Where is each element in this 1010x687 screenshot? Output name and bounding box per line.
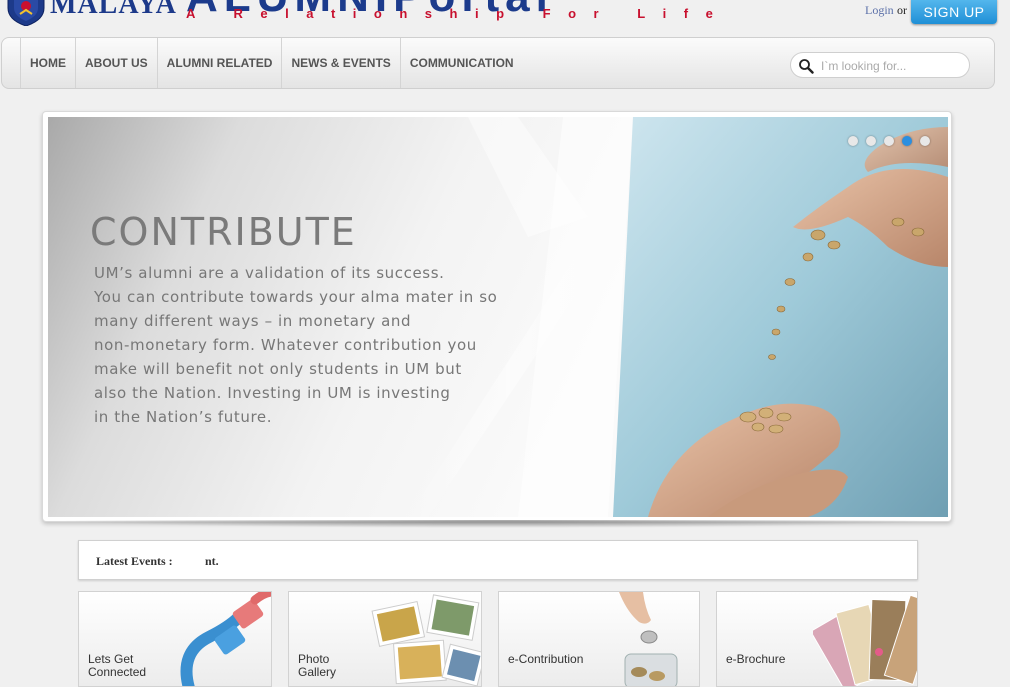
portal-tagline: A Relationship For Life: [186, 6, 731, 21]
brochure-fan-icon: [813, 594, 917, 686]
nav-communication[interactable]: COMMUNICATION: [399, 38, 523, 88]
latest-events-label: Latest Events :: [96, 554, 173, 568]
slide-text-line: You can contribute towards your alma mat…: [94, 288, 498, 306]
connector-plug-icon: [180, 592, 271, 686]
tile-label-line: Gallery: [298, 665, 337, 679]
slide-text-line: make will benefit not only students in U…: [94, 360, 462, 378]
signup-button[interactable]: SIGN UP: [911, 0, 997, 24]
university-name[interactable]: MALAYA: [50, 0, 177, 20]
hero-slide-contribute[interactable]: CONTRIBUTE UM’s alumni are a validation …: [48, 117, 948, 517]
slide-description: UM’s alumni are a validation of its succ…: [94, 261, 534, 429]
nav-about-us[interactable]: ABOUT US: [75, 38, 157, 88]
university-crest-icon[interactable]: [6, 0, 46, 26]
slide-text-line: non-monetary form. Whatever contribution…: [94, 336, 477, 354]
tile-e-contribution[interactable]: e-Contribution: [498, 591, 700, 687]
login-link[interactable]: Login: [865, 3, 894, 18]
hero-slider: CONTRIBUTE UM’s alumni are a validation …: [42, 111, 952, 522]
or-text: or: [897, 3, 907, 17]
slide-text-line: UM’s alumni are a validation of its succ…: [94, 264, 445, 282]
tile-lets-get-connected[interactable]: Lets Get Connected: [78, 591, 272, 687]
slide-text-line: also the Nation. Investing in UM is inve…: [94, 384, 451, 402]
tile-e-brochure[interactable]: e-Brochure: [716, 591, 918, 687]
nav-home[interactable]: HOME: [20, 38, 75, 88]
slide-heading: CONTRIBUTE: [90, 210, 357, 254]
slider-dot-5[interactable]: [920, 136, 930, 146]
main-navigation: HOME ABOUT US ALUMNI RELATED NEWS & EVEN…: [1, 37, 995, 89]
slide-text-line: many different ways – in monetary and: [94, 312, 412, 330]
coin-jar-icon: [619, 592, 678, 686]
nav-alumni-related[interactable]: ALUMNI RELATED: [156, 38, 282, 88]
latest-events-bar: Latest Events : nt.: [78, 540, 918, 580]
site-header: MALAYA ALUMNIPortal A Relationship For L…: [0, 0, 1010, 36]
tile-label: Photo Gallery: [298, 653, 336, 679]
tile-label-line: Connected: [88, 665, 147, 679]
latest-events-ticker[interactable]: nt.: [205, 554, 219, 569]
tile-label: Lets Get Connected: [88, 653, 146, 679]
tile-label-line: e-Contribution: [508, 652, 584, 666]
search-icon[interactable]: [798, 58, 814, 74]
nav-menu: HOME ABOUT US ALUMNI RELATED NEWS & EVEN…: [20, 38, 523, 88]
slider-dot-1[interactable]: [848, 136, 858, 146]
tile-label-line: e-Brochure: [726, 652, 786, 666]
slide-text-line: in the Nation’s future.: [94, 408, 273, 426]
tile-label: e-Brochure: [726, 653, 785, 666]
slider-dot-4[interactable]: [902, 136, 912, 146]
slider-dot-3[interactable]: [884, 136, 894, 146]
search-box[interactable]: [790, 52, 970, 78]
tile-label: e-Contribution: [508, 653, 583, 666]
search-input[interactable]: [819, 56, 963, 76]
photo-stack-icon: [371, 594, 481, 686]
slider-shadow: [52, 520, 944, 528]
nav-news-events[interactable]: NEWS & EVENTS: [281, 38, 399, 88]
slider-pagination: [848, 136, 930, 146]
tile-photo-gallery[interactable]: Photo Gallery: [288, 591, 482, 687]
slider-dot-2[interactable]: [866, 136, 876, 146]
